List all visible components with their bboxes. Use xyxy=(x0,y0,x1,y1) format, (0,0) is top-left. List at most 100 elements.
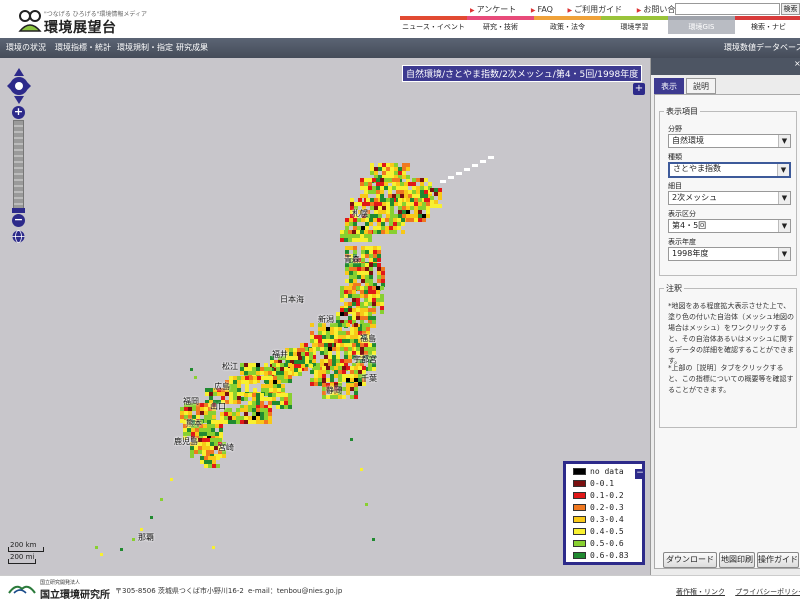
mesh-cell[interactable] xyxy=(237,388,241,392)
mesh-cell[interactable] xyxy=(206,446,210,450)
mesh-cell[interactable] xyxy=(344,351,348,355)
mesh-cell[interactable] xyxy=(281,384,285,388)
mesh-cell[interactable] xyxy=(358,366,362,370)
mesh-cell[interactable] xyxy=(368,238,372,242)
mesh-cell[interactable] xyxy=(372,316,376,320)
mesh-cell[interactable] xyxy=(326,370,330,374)
mesh-cell[interactable] xyxy=(346,335,350,339)
mesh-cell[interactable] xyxy=(369,254,373,258)
mesh-cell[interactable] xyxy=(294,356,298,360)
mesh-cell[interactable] xyxy=(406,218,410,222)
mesh-cell[interactable] xyxy=(324,351,328,355)
mesh-cell[interactable] xyxy=(370,171,374,175)
mesh-cell[interactable] xyxy=(334,339,338,343)
mesh-cell[interactable] xyxy=(364,178,368,182)
mesh-cell[interactable] xyxy=(438,188,442,192)
island-mesh-cell[interactable] xyxy=(365,503,368,506)
mesh-cell[interactable] xyxy=(386,167,390,171)
mesh-cell[interactable] xyxy=(229,392,233,396)
mesh-cell[interactable] xyxy=(360,290,364,294)
mesh-cell[interactable] xyxy=(211,424,215,428)
mesh-cell[interactable] xyxy=(305,352,309,356)
mesh-cell[interactable] xyxy=(340,298,344,302)
mesh-cell[interactable] xyxy=(203,424,207,428)
mesh-cell[interactable] xyxy=(248,420,252,424)
mesh-cell[interactable] xyxy=(265,380,269,384)
detail-select[interactable]: 2次メッシュ ▼ xyxy=(668,191,791,205)
mesh-cell[interactable] xyxy=(244,408,248,412)
mesh-cell[interactable] xyxy=(426,202,430,206)
mesh-cell[interactable] xyxy=(368,308,372,312)
download-button[interactable]: ダウンロード xyxy=(663,552,717,568)
mesh-cell[interactable] xyxy=(284,393,288,397)
mesh-cell[interactable] xyxy=(370,202,374,206)
mesh-cell[interactable] xyxy=(416,186,420,190)
mesh-cell[interactable] xyxy=(376,194,380,198)
mesh-cell[interactable] xyxy=(365,226,369,230)
mesh-cell[interactable] xyxy=(428,182,432,186)
mesh-cell[interactable] xyxy=(350,327,354,331)
mesh-cell[interactable] xyxy=(353,279,357,283)
mesh-cell[interactable] xyxy=(280,405,284,409)
mesh-cell[interactable] xyxy=(356,238,360,242)
mesh-cell[interactable] xyxy=(381,222,385,226)
mesh-cell[interactable] xyxy=(369,275,373,279)
mesh-cell[interactable] xyxy=(280,397,284,401)
mesh-cell[interactable] xyxy=(256,393,260,397)
mesh-cell[interactable] xyxy=(204,460,208,464)
mesh-cell[interactable] xyxy=(394,167,398,171)
mesh-cell[interactable] xyxy=(345,271,349,275)
mesh-cell[interactable] xyxy=(213,392,217,396)
mesh-cell[interactable] xyxy=(220,412,224,416)
mesh-cell[interactable] xyxy=(264,416,268,420)
mesh-cell[interactable] xyxy=(430,188,434,192)
mesh-cell[interactable] xyxy=(374,167,378,171)
mesh-cell[interactable] xyxy=(434,192,438,196)
mesh-cell[interactable] xyxy=(236,412,240,416)
island-mesh-cell[interactable] xyxy=(350,438,353,441)
mesh-cell[interactable] xyxy=(273,384,277,388)
mesh-cell[interactable] xyxy=(252,363,256,367)
mesh-cell[interactable] xyxy=(402,167,406,171)
mesh-cell[interactable] xyxy=(346,383,350,387)
mesh-cell[interactable] xyxy=(342,370,346,374)
mesh-cell[interactable] xyxy=(372,294,376,298)
mesh-cell[interactable] xyxy=(277,380,281,384)
mesh-cell[interactable] xyxy=(390,210,394,214)
mesh-cell[interactable] xyxy=(240,363,244,367)
mesh-cell[interactable] xyxy=(326,335,330,339)
mesh-cell[interactable] xyxy=(434,204,438,208)
mesh-cell[interactable] xyxy=(360,286,364,290)
mesh-cell[interactable] xyxy=(352,302,356,306)
island-mesh-cell[interactable] xyxy=(170,478,173,481)
mesh-cell[interactable] xyxy=(354,335,358,339)
mesh-cell[interactable] xyxy=(276,367,280,371)
mesh-cell[interactable] xyxy=(412,190,416,194)
mesh-cell[interactable] xyxy=(382,167,386,171)
mesh-cell[interactable] xyxy=(276,405,280,409)
mesh-cell[interactable] xyxy=(340,312,344,316)
mesh-cell[interactable] xyxy=(219,428,223,432)
mesh-cell[interactable] xyxy=(364,302,368,306)
mesh-cell[interactable] xyxy=(354,391,358,395)
mesh-cell[interactable] xyxy=(369,246,373,250)
mesh-cell[interactable] xyxy=(420,186,424,190)
mesh-cell[interactable] xyxy=(404,194,408,198)
mesh-cell[interactable] xyxy=(340,234,344,238)
mesh-cell[interactable] xyxy=(376,302,380,306)
mesh-cell[interactable] xyxy=(206,438,210,442)
nav-tab-policy[interactable]: 政策・法令 xyxy=(534,16,601,34)
mesh-cell[interactable] xyxy=(348,294,352,298)
mesh-cell[interactable] xyxy=(396,182,400,186)
mesh-cell[interactable] xyxy=(261,384,265,388)
mesh-cell[interactable] xyxy=(188,407,192,411)
mesh-cell[interactable] xyxy=(207,428,211,432)
mesh-cell[interactable] xyxy=(324,355,328,359)
mesh-cell[interactable] xyxy=(301,348,305,352)
mesh-cell[interactable] xyxy=(338,335,342,339)
mesh-cell[interactable] xyxy=(318,343,322,347)
mesh-cell[interactable] xyxy=(304,343,308,347)
mesh-cell[interactable] xyxy=(361,275,365,279)
mesh-cell[interactable] xyxy=(342,323,346,327)
mesh-cell[interactable] xyxy=(361,250,365,254)
